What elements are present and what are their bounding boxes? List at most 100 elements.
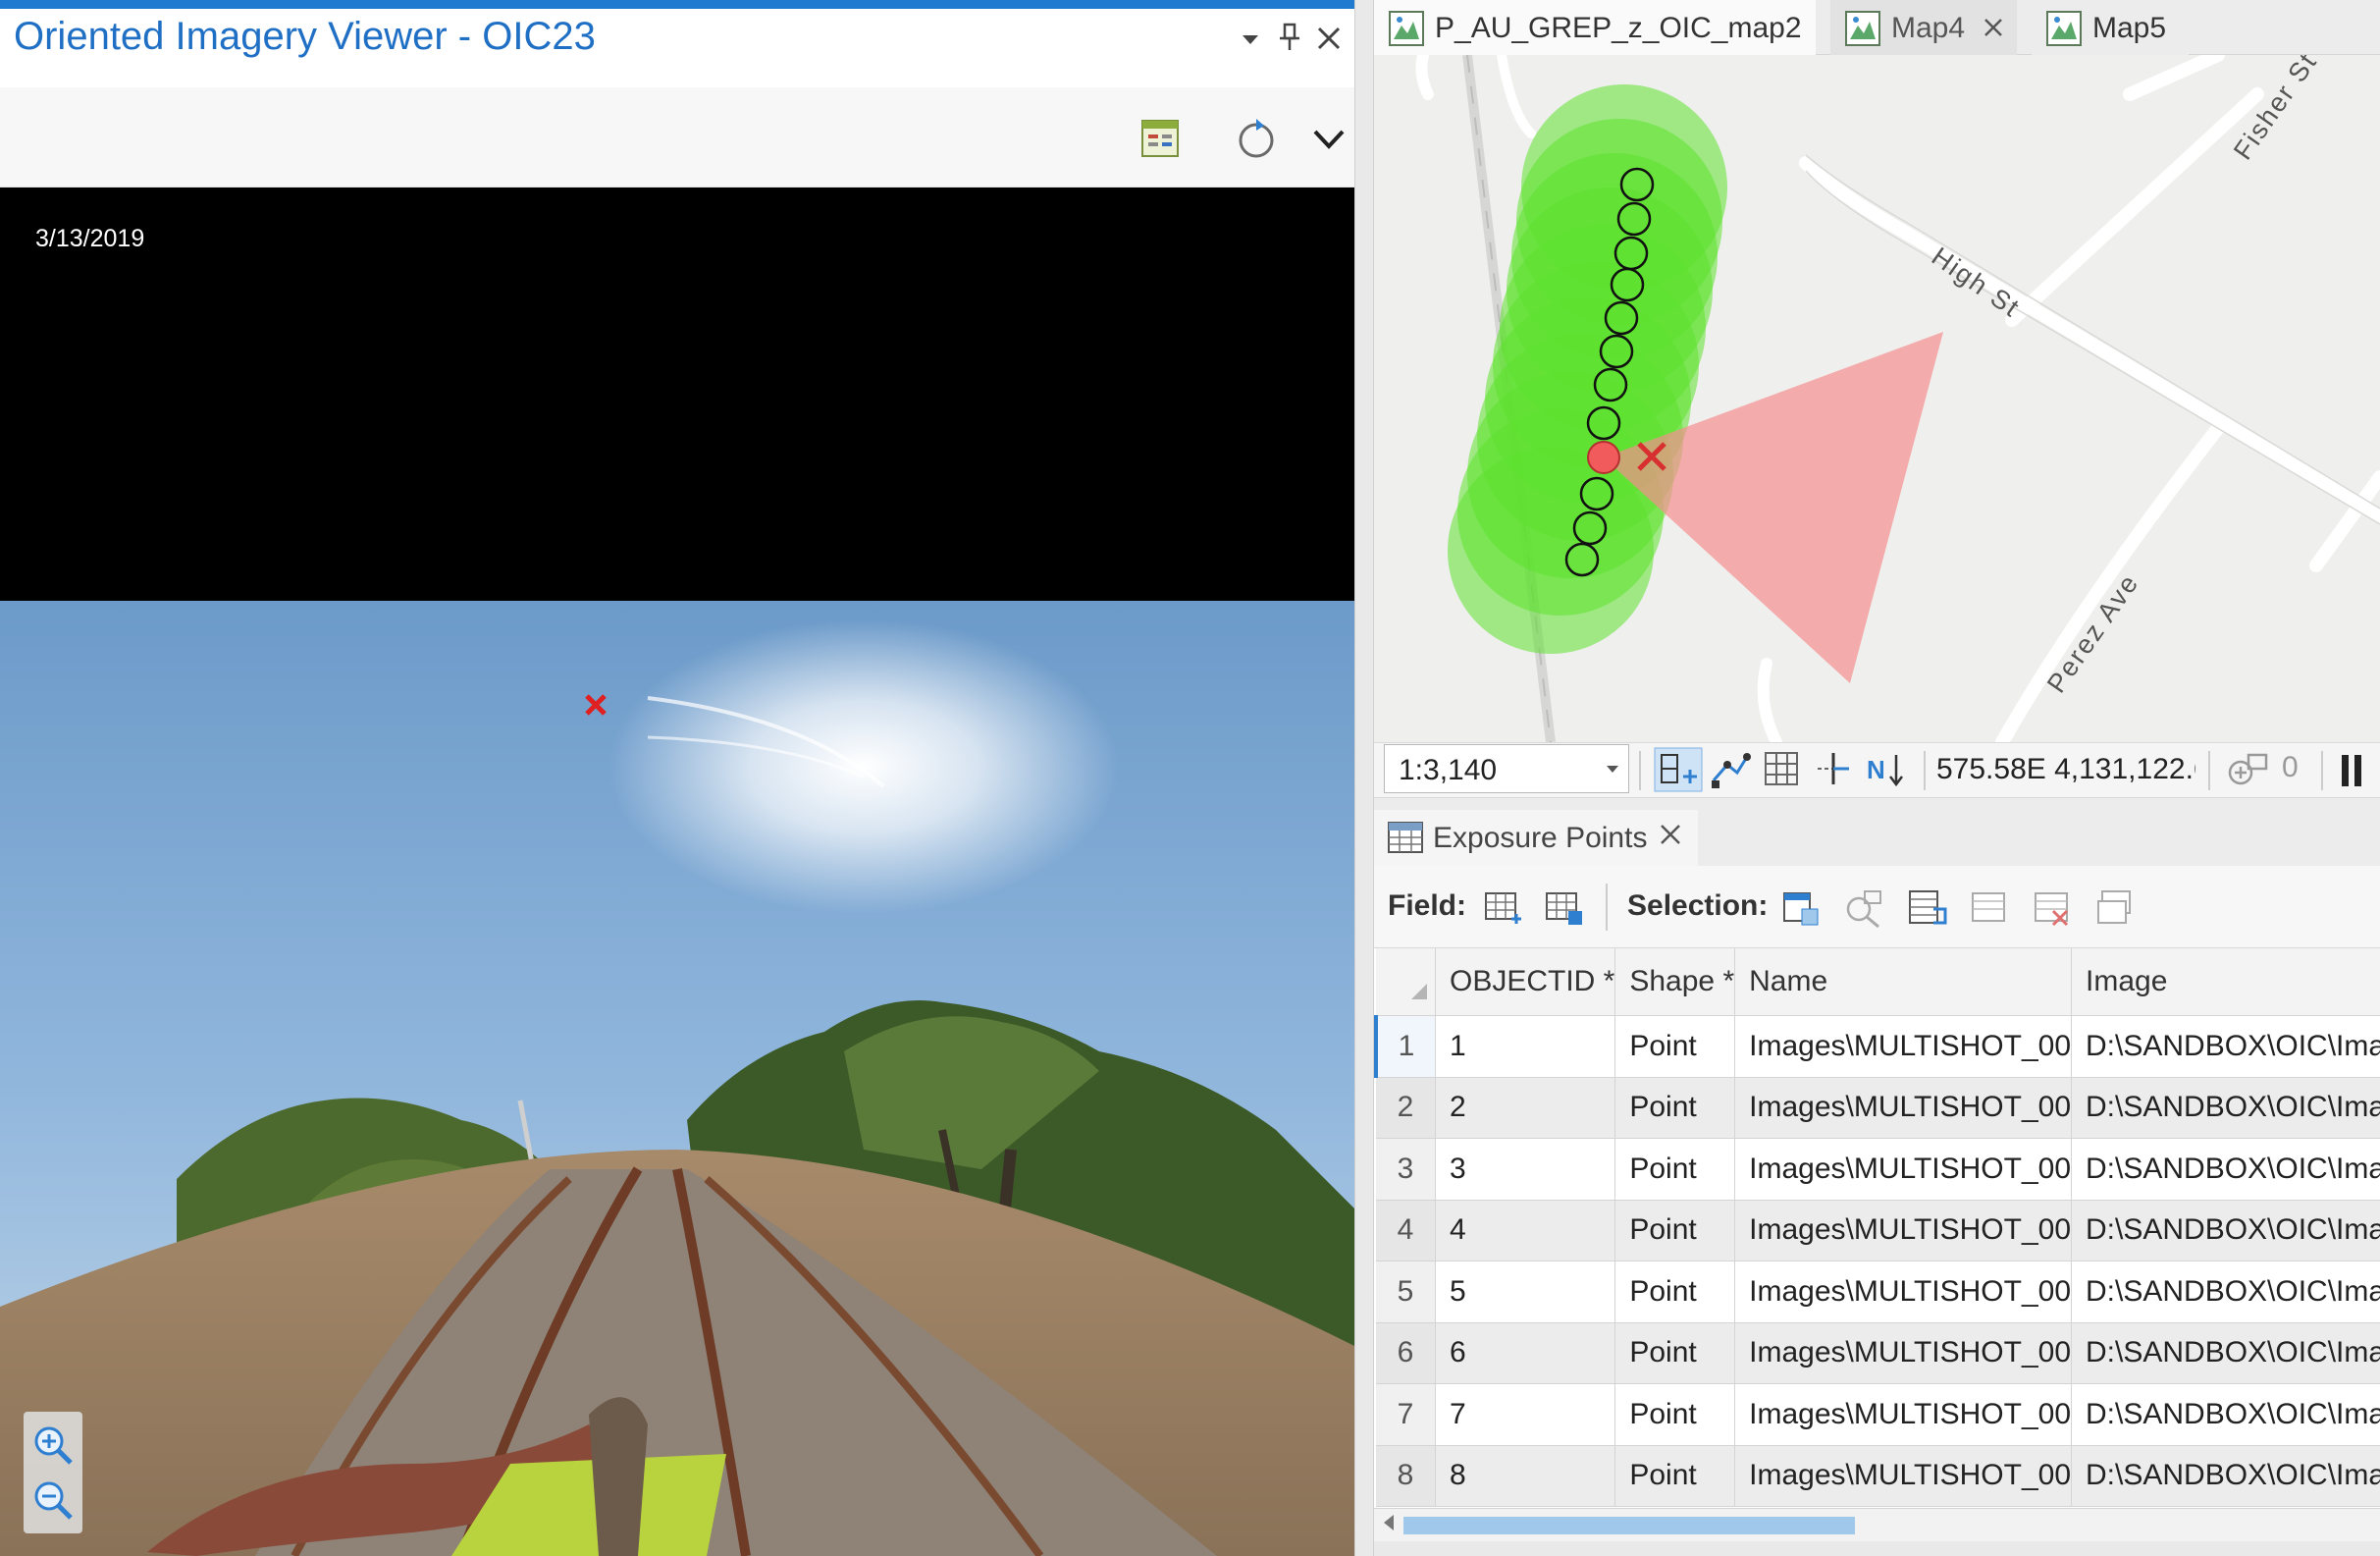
row-number[interactable]: 5 xyxy=(1376,1261,1436,1323)
grid-icon[interactable] xyxy=(1762,749,1801,788)
table-row[interactable]: 4 4 Point Images\MULTISHOT_00 D:\SANDBOX… xyxy=(1376,1200,2380,1261)
map-view[interactable]: High St Fisher St Perez Ave xyxy=(1374,55,2380,742)
chevron-down-icon[interactable] xyxy=(1307,117,1350,160)
snapping-icon[interactable] xyxy=(1708,747,1753,792)
tab-map4[interactable]: Map4 xyxy=(1830,0,2017,55)
add-field-icon[interactable] xyxy=(1482,887,1523,929)
selected-features-count: 0 xyxy=(2282,751,2299,783)
row-number[interactable]: 6 xyxy=(1376,1322,1436,1384)
attribute-table[interactable]: OBJECTID * Shape * Name Image 1 1 Point … xyxy=(1374,948,2380,1508)
zoom-out-icon[interactable] xyxy=(31,1478,75,1522)
select-all-corner[interactable] xyxy=(1376,948,1436,1016)
grid-snapping-icon[interactable] xyxy=(1654,747,1703,792)
cell-name[interactable]: Images\MULTISHOT_00 xyxy=(1734,1077,2073,1139)
cell-objectid[interactable]: 3 xyxy=(1435,1138,1616,1201)
clear-selection-icon[interactable] xyxy=(1969,887,2010,929)
close-tab-icon[interactable] xyxy=(1659,818,1682,854)
tab-p-au-grep-z-oic-map2[interactable]: P_AU_GREP_z_OIC_map2 xyxy=(1374,0,1816,55)
zoom-to-selection-icon[interactable] xyxy=(1843,887,1884,929)
pause-drawing-icon[interactable] xyxy=(2336,751,2367,790)
tab-label: Map5 xyxy=(2092,12,2167,44)
tab-map5[interactable]: Map5 xyxy=(2032,0,2189,55)
table-row[interactable]: 1 1 Point Images\MULTISHOT_00 D:\SANDBOX… xyxy=(1374,1015,2380,1078)
cell-name[interactable]: Images\MULTISHOT_00 xyxy=(1734,1015,2073,1078)
map-canvas xyxy=(1415,55,2380,742)
cell-objectid[interactable]: 2 xyxy=(1435,1077,1616,1139)
row-number[interactable]: 1 xyxy=(1374,1015,1436,1078)
column-header-objectid[interactable]: OBJECTID * xyxy=(1435,948,1616,1016)
cell-name[interactable]: Images\MULTISHOT_00 xyxy=(1734,1383,2073,1446)
map-document-icon xyxy=(2046,11,2082,46)
delete-selected-icon[interactable] xyxy=(2032,887,2073,929)
cell-name[interactable]: Images\MULTISHOT_00 xyxy=(1734,1445,2073,1507)
table-row[interactable]: 2 2 Point Images\MULTISHOT_00 D:\SANDBOX… xyxy=(1376,1077,2380,1139)
select-by-attributes-icon[interactable] xyxy=(1780,887,1822,929)
imagery-display[interactable]: 3/13/2019 xyxy=(0,188,1354,1556)
tab-exposure-points[interactable]: Exposure Points xyxy=(1374,810,1698,867)
cell-name[interactable]: Images\MULTISHOT_00 xyxy=(1734,1200,2073,1261)
column-header-shape[interactable]: Shape * xyxy=(1614,948,1736,1016)
cell-image[interactable]: D:\SANDBOX\OIC\Ima xyxy=(2071,1138,2380,1201)
cell-shape[interactable]: Point xyxy=(1614,1138,1736,1201)
cell-name[interactable]: Images\MULTISHOT_00 xyxy=(1734,1322,2073,1384)
cell-shape[interactable]: Point xyxy=(1614,1077,1736,1139)
row-number[interactable]: 4 xyxy=(1376,1200,1436,1261)
selected-features-icon[interactable] xyxy=(2223,747,2272,792)
refresh-icon[interactable] xyxy=(1235,117,1278,160)
column-header-image[interactable]: Image xyxy=(2071,948,2380,1016)
horizontal-scrollbar[interactable] xyxy=(1374,1508,2380,1541)
scroll-left-icon[interactable] xyxy=(1380,1512,1398,1539)
cell-image[interactable]: D:\SANDBOX\OIC\Ima xyxy=(2071,1261,2380,1323)
cell-objectid[interactable]: 5 xyxy=(1435,1261,1616,1323)
row-number[interactable]: 7 xyxy=(1376,1383,1436,1446)
switch-selection-icon[interactable] xyxy=(1906,887,1947,929)
table-row[interactable]: 7 7 Point Images\MULTISHOT_00 D:\SANDBOX… xyxy=(1376,1383,2380,1446)
table-row[interactable]: 5 5 Point Images\MULTISHOT_00 D:\SANDBOX… xyxy=(1376,1261,2380,1323)
copy-selected-icon[interactable] xyxy=(2094,887,2136,929)
cell-shape[interactable]: Point xyxy=(1614,1015,1736,1078)
map-scale-dropdown[interactable]: 1:3,140 xyxy=(1384,744,1629,793)
cell-shape[interactable]: Point xyxy=(1614,1445,1736,1507)
cell-image[interactable]: D:\SANDBOX\OIC\Ima xyxy=(2071,1322,2380,1384)
attribute-table-icon xyxy=(1388,822,1423,853)
cell-image[interactable]: D:\SANDBOX\OIC\Ima xyxy=(2071,1077,2380,1139)
column-header-name[interactable]: Name xyxy=(1734,948,2073,1016)
app-window: Oriented Imagery Viewer - OIC23 3/13/201… xyxy=(0,0,2380,1556)
viewer-titlebar: Oriented Imagery Viewer - OIC23 xyxy=(0,9,1354,87)
cell-shape[interactable]: Point xyxy=(1614,1261,1736,1323)
image-properties-icon[interactable] xyxy=(1138,117,1182,160)
cell-image[interactable]: D:\SANDBOX\OIC\Ima xyxy=(2071,1200,2380,1261)
row-number[interactable]: 8 xyxy=(1376,1445,1436,1507)
constraints-icon[interactable] xyxy=(1814,749,1853,788)
cell-image[interactable]: D:\SANDBOX\OIC\Ima xyxy=(2071,1015,2380,1078)
cell-objectid[interactable]: 8 xyxy=(1435,1445,1616,1507)
close-icon[interactable] xyxy=(1309,23,1349,62)
cell-image[interactable]: D:\SANDBOX\OIC\Ima xyxy=(2071,1383,2380,1446)
cell-objectid[interactable]: 6 xyxy=(1435,1322,1616,1384)
table-row[interactable]: 8 8 Point Images\MULTISHOT_00 D:\SANDBOX… xyxy=(1376,1445,2380,1507)
cell-name[interactable]: Images\MULTISHOT_00 xyxy=(1734,1261,2073,1323)
zoom-in-icon[interactable] xyxy=(31,1423,75,1467)
map-tab-strip: P_AU_GREP_z_OIC_map2 Map4 Map5 xyxy=(1374,0,2380,55)
pin-icon[interactable] xyxy=(1270,23,1309,63)
close-tab-icon[interactable] xyxy=(1983,10,2004,46)
cell-shape[interactable]: Point xyxy=(1614,1383,1736,1446)
cell-image[interactable]: D:\SANDBOX\OIC\Ima xyxy=(2071,1445,2380,1507)
cell-name[interactable]: Images\MULTISHOT_00 xyxy=(1734,1138,2073,1201)
scrollbar-thumb[interactable] xyxy=(1403,1517,1855,1534)
cell-objectid[interactable]: 4 xyxy=(1435,1200,1616,1261)
cell-shape[interactable]: Point xyxy=(1614,1322,1736,1384)
table-row[interactable]: 3 3 Point Images\MULTISHOT_00 D:\SANDBOX… xyxy=(1376,1138,2380,1201)
calculate-field-icon[interactable] xyxy=(1543,887,1584,929)
map-document-icon xyxy=(1845,11,1880,46)
table-toolbar: Field: Selection: xyxy=(1374,866,2380,948)
pane-options-dropdown-icon[interactable] xyxy=(1231,23,1270,62)
row-number[interactable]: 3 xyxy=(1376,1138,1436,1201)
table-row[interactable]: 6 6 Point Images\MULTISHOT_00 D:\SANDBOX… xyxy=(1376,1322,2380,1384)
cell-shape[interactable]: Point xyxy=(1614,1200,1736,1261)
row-number[interactable]: 2 xyxy=(1376,1077,1436,1139)
cell-objectid[interactable]: 7 xyxy=(1435,1383,1616,1446)
cell-objectid[interactable]: 1 xyxy=(1435,1015,1616,1078)
pane-splitter[interactable] xyxy=(1354,0,1374,1556)
north-arrow-icon[interactable]: N xyxy=(1865,749,1908,790)
